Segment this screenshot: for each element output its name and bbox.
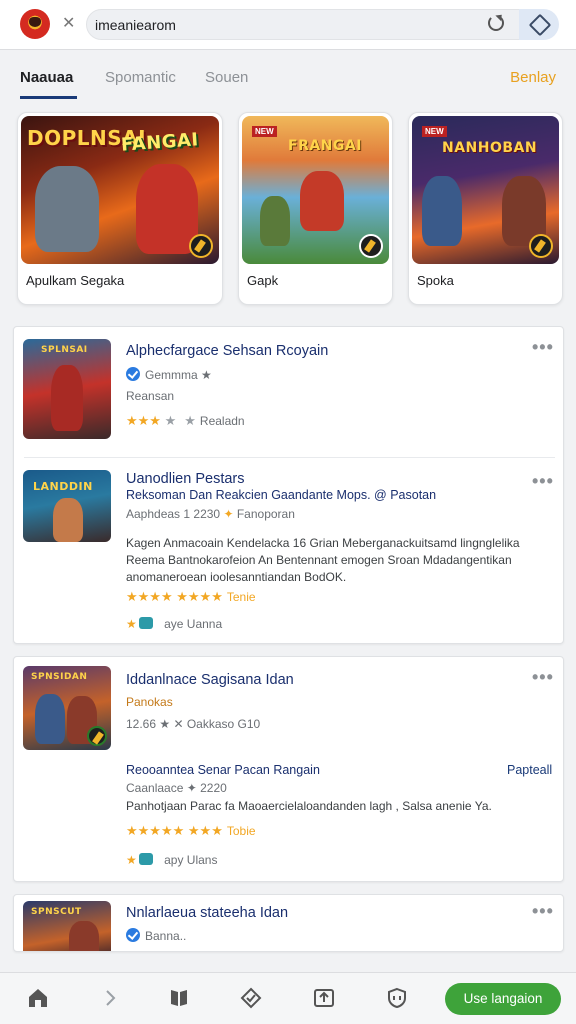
home-icon[interactable] <box>26 986 50 1010</box>
lightning-badge-icon <box>359 234 383 258</box>
featured-image: NEW FRANGAI <box>242 116 389 264</box>
new-tag: NEW <box>252 126 277 137</box>
featured-banner: FANGAI <box>120 129 200 156</box>
featured-label: Gapk <box>247 273 279 288</box>
app-thumbnail[interactable]: SPNSIDAN <box>23 666 111 750</box>
app-title[interactable]: Iddanlnace Sagisana Idan <box>126 672 294 688</box>
lightning-badge-icon <box>529 234 553 258</box>
app-mini-icon <box>138 853 153 865</box>
more-options-icon[interactable]: ••• <box>532 901 554 922</box>
app-description: Panhotjaan Parac fa Maoaercielaloandande… <box>126 799 492 813</box>
verified-icon <box>126 367 140 381</box>
active-tab-indicator <box>20 96 77 99</box>
app-mini-icon <box>138 617 153 629</box>
share-icon[interactable] <box>312 986 336 1010</box>
more-options-icon[interactable]: ••• <box>532 471 554 492</box>
thumbnail-banner: SPNSIDAN <box>31 672 88 682</box>
app-meta: Gemmma ★ <box>126 367 212 382</box>
featured-banner: NANHOBAN <box>442 140 538 156</box>
close-icon[interactable]: ✕ <box>62 13 75 33</box>
app-thumbnail[interactable]: SPLNSAI <box>23 339 111 439</box>
app-thumbnail[interactable]: LANDDIN <box>23 470 111 542</box>
app-subtitle: Reooanntea Senar Pacan Rangain <box>126 763 320 777</box>
tab-link-benlay[interactable]: Benlay <box>510 69 556 86</box>
character-figure <box>69 921 99 951</box>
thumbnail-banner: SPNSCUT <box>31 907 82 917</box>
book-icon[interactable] <box>167 986 191 1010</box>
character-figure <box>300 171 344 231</box>
use-app-button[interactable]: Use langaion <box>445 983 561 1015</box>
app-thumbnail[interactable]: SPNSCUT <box>23 901 111 951</box>
diamond-icon[interactable] <box>239 986 263 1010</box>
shield-icon[interactable] <box>385 986 409 1010</box>
lightning-badge-icon <box>87 726 107 746</box>
app-list-card: SPNSCUT Nnlarlaeua stateeha Idan Banna..… <box>13 894 564 952</box>
app-developer: Panokas <box>126 695 173 709</box>
app-title[interactable]: Alphecfargace Sehsan Rcoyain <box>126 343 328 359</box>
extension-icon[interactable] <box>519 9 559 40</box>
app-logo-icon[interactable] <box>20 9 50 39</box>
app-side-link[interactable]: Papteall <box>507 763 552 777</box>
thumbnail-banner: SPLNSAI <box>41 345 88 355</box>
app-footer: ★ apy Ulans <box>126 853 218 867</box>
featured-card[interactable]: NEW FRANGAI Gapk <box>238 112 393 305</box>
tab-spomantic[interactable]: Spomantic <box>105 69 176 86</box>
featured-label: Spoka <box>417 273 454 288</box>
bottom-toolbar: Use langaion <box>0 972 576 1024</box>
browser-top-bar: ✕ imeaniearom <box>0 0 576 50</box>
character-figure <box>51 365 83 431</box>
chevron-right-icon[interactable] <box>98 986 122 1010</box>
new-tag: NEW <box>422 126 447 137</box>
featured-image: DOPLNSAI FANGAI <box>21 116 219 264</box>
character-figure <box>53 498 83 542</box>
more-options-icon[interactable]: ••• <box>532 667 554 688</box>
app-meta: Banna.. <box>126 928 186 943</box>
app-footer: ★ aye Uanna <box>126 617 223 631</box>
divider <box>24 457 555 458</box>
tab-bar: Naauaa Spomantic Souen Benlay <box>0 54 576 100</box>
app-title[interactable]: Nnlarlaeua stateeha Idan <box>126 905 288 921</box>
tab-naauaa[interactable]: Naauaa <box>20 69 73 86</box>
more-options-icon[interactable]: ••• <box>532 337 554 358</box>
character-figure <box>35 694 65 744</box>
character-figure <box>35 166 99 252</box>
app-title[interactable]: Uanodlien Pestars <box>126 471 245 487</box>
featured-label: Apulkam Segaka <box>26 273 125 288</box>
tab-souen[interactable]: Souen <box>205 69 248 86</box>
thumbnail-banner: LANDDIN <box>33 480 93 493</box>
url-text: imeaniearom <box>95 17 176 33</box>
lightning-badge-icon <box>189 234 213 258</box>
rating-stars: ★★★★ ★★★★ Tenie <box>126 589 256 604</box>
app-subtitle: Reksoman Dan Reakcien Gaandante Mops. @ … <box>126 488 437 502</box>
reload-icon[interactable] <box>488 15 504 31</box>
character-figure <box>260 196 290 246</box>
featured-card[interactable]: NEW NANHOBAN Spoka <box>408 112 563 305</box>
rating-stars: ★★★★★ ★★★ Tobie <box>126 823 256 838</box>
app-developer: Reansan <box>126 389 175 403</box>
featured-card[interactable]: DOPLNSAI FANGAI Apulkam Segaka <box>17 112 223 305</box>
character-figure <box>136 164 198 254</box>
url-input[interactable]: imeaniearom <box>86 9 520 40</box>
app-meta: 12.66 ★ ✕ Oakkaso G10 <box>126 717 261 731</box>
app-meta: Aaphdeas 1 2230 ✦ Fanoporan <box>126 507 295 521</box>
app-list-card: SPLNSAI Alphecfargace Sehsan Rcoyain Gem… <box>13 326 564 644</box>
app-list-card: SPNSIDAN Iddanlnace Sagisana Idan Panoka… <box>13 656 564 882</box>
app-meta: Caanlaace ✦ 2220 <box>126 781 227 795</box>
featured-image: NEW NANHOBAN <box>412 116 559 264</box>
rating-stars: ★★★ ★ ★ Realadn <box>126 413 245 428</box>
verified-icon <box>126 928 140 942</box>
app-description: Kagen Anmacoain Kendelacka 16 Grian Mebe… <box>126 536 520 584</box>
featured-banner: FRANGAI <box>288 138 362 154</box>
character-figure <box>422 176 462 246</box>
